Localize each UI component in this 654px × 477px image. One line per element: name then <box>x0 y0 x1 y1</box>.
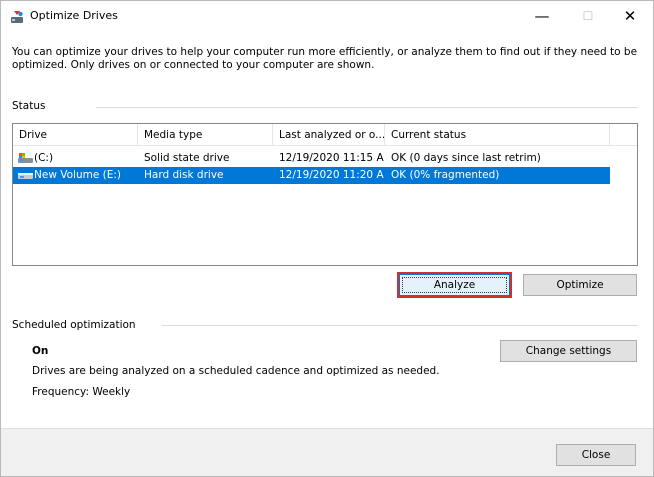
hard-drive-icon <box>18 173 33 179</box>
dialog-footer: Close <box>1 428 653 476</box>
drive-row-e[interactable]: New Volume (E:) Hard disk drive 12/19/20… <box>13 167 610 184</box>
title-bar[interactable]: Optimize Drives — ☐ ✕ <box>1 1 653 31</box>
intro-line-1: You can optimize your drives to help you… <box>12 46 638 58</box>
optimize-button[interactable]: Optimize <box>523 274 637 296</box>
intro-text: You can optimize your drives to help you… <box>12 46 638 72</box>
drive-list[interactable]: Drive Media type Last analyzed or o... C… <box>12 123 638 266</box>
column-drive[interactable]: Drive <box>13 124 138 146</box>
scheduled-divider <box>161 325 638 326</box>
schedule-description: Drives are being analyzed on a scheduled… <box>32 365 440 377</box>
schedule-state: On <box>32 345 49 357</box>
change-settings-button[interactable]: Change settings <box>500 340 637 362</box>
analyze-button[interactable]: Analyze <box>399 274 510 296</box>
optimize-drives-window: Optimize Drives — ☐ ✕ You can optimize y… <box>0 0 654 477</box>
system-drive-icon <box>18 153 33 163</box>
drive-list-header: Drive Media type Last analyzed or o... C… <box>13 124 637 146</box>
drive-name: (C:) <box>34 152 54 164</box>
last-analyzed: 12/19/2020 11:15 A... <box>279 152 384 164</box>
schedule-frequency: Frequency: Weekly <box>32 386 131 398</box>
media-type: Hard disk drive <box>144 169 224 181</box>
close-window-button[interactable]: ✕ <box>607 1 653 31</box>
column-current-status[interactable]: Current status <box>385 124 610 146</box>
scheduled-label: Scheduled optimization <box>12 319 136 331</box>
status-divider <box>96 107 638 108</box>
drive-name: New Volume (E:) <box>34 169 121 181</box>
current-status: OK (0 days since last retrim) <box>391 152 541 164</box>
media-type: Solid state drive <box>144 152 230 164</box>
minimize-button[interactable]: — <box>519 1 565 31</box>
window-title: Optimize Drives <box>30 9 118 22</box>
close-button[interactable]: Close <box>556 444 636 466</box>
intro-line-2: optimized. Only drives on or connected t… <box>12 59 375 71</box>
maximize-button[interactable]: ☐ <box>565 1 611 31</box>
column-last-analyzed[interactable]: Last analyzed or o... <box>273 124 385 146</box>
status-label: Status <box>12 100 46 112</box>
current-status: OK (0% fragmented) <box>391 169 500 181</box>
drive-row-c[interactable]: (C:) Solid state drive 12/19/2020 11:15 … <box>13 150 610 167</box>
column-media-type[interactable]: Media type <box>138 124 273 146</box>
last-analyzed: 12/19/2020 11:20 A... <box>279 169 384 181</box>
optimize-drives-icon <box>11 11 23 23</box>
